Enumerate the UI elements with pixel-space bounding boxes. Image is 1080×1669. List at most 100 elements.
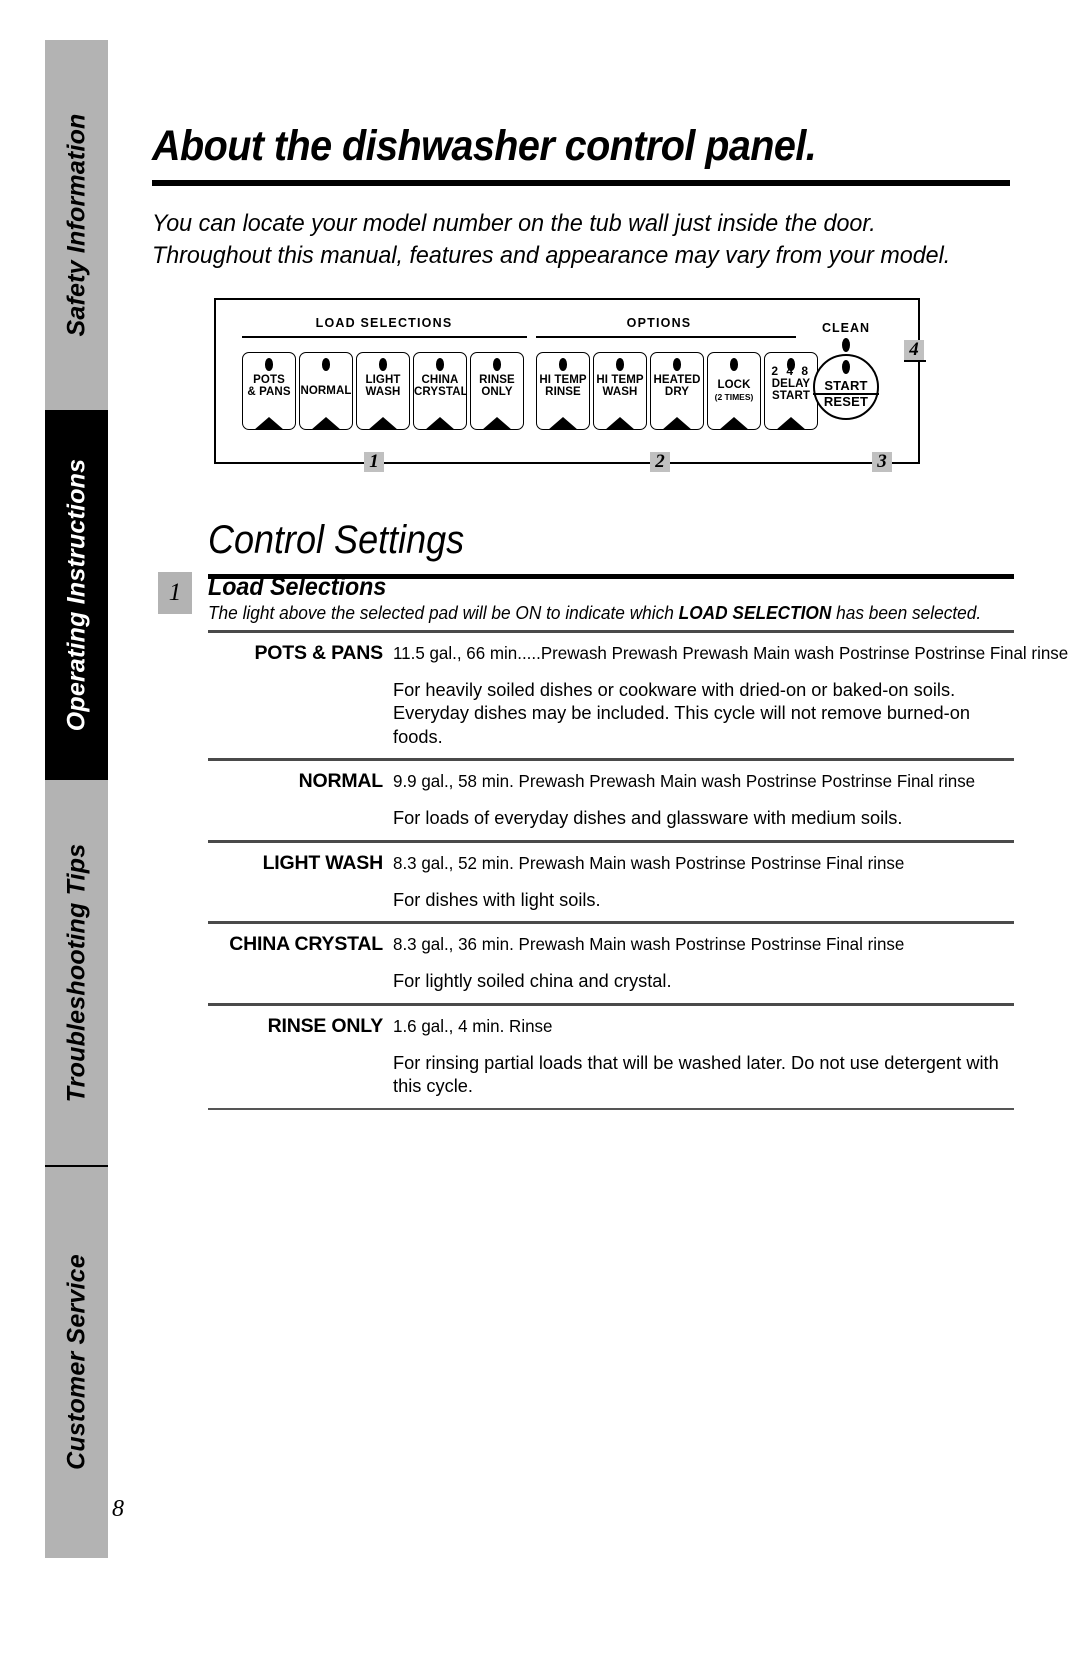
pad-label: HI TEMP RINSE: [539, 374, 587, 399]
load-selections-step-number: 1: [158, 572, 192, 614]
callout-line-1: [214, 462, 920, 464]
load-selections-heading: Load Selections: [208, 573, 387, 601]
load-selections-subtitle: The light above the selected pad will be…: [208, 603, 982, 624]
sidebar-tab-label: Safety Information: [62, 113, 90, 337]
subtitle-part-2: has been selected.: [831, 603, 982, 623]
sidebar: Safety Information Operating Instructions…: [45, 40, 108, 1558]
pad-arrow-icon: [482, 417, 512, 429]
load-selections-label: LOAD SELECTIONS: [315, 316, 453, 330]
pad-label: 2 4 8 DELAY START: [771, 364, 811, 402]
cycle-spec: 8.3 gal., 36 min. Prewash Main wash Post…: [393, 934, 905, 955]
page-title: About the dishwasher control panel.: [152, 122, 817, 170]
pad-label: LIGHT WASH: [365, 374, 401, 399]
pad-option-lock[interactable]: LOCK (2 TIMES): [707, 352, 761, 430]
start-reset-label: START RESET: [813, 378, 879, 410]
pad-option-hi-temp-rinse[interactable]: HI TEMP RINSE: [536, 352, 590, 430]
start-led: [842, 360, 850, 374]
pad-arrow-icon: [662, 417, 692, 429]
sidebar-tab-label: Customer Service: [62, 1253, 90, 1470]
pad-arrow-icon: [254, 417, 284, 429]
callout-3: 3: [872, 452, 892, 472]
pad-china[interactable]: CHINA CRYSTAL: [413, 352, 467, 430]
subtitle-bold: LOAD SELECTION: [678, 603, 832, 623]
cycle-name: RINSE ONLY: [267, 1014, 384, 1037]
cycle-description: For loads of everyday dishes and glasswa…: [393, 807, 903, 829]
intro-line-2: Throughout this manual, features and app…: [152, 241, 951, 269]
cycle-main: CHINA CRYSTAL 8.3 gal., 36 min. Prewash M…: [208, 924, 1014, 956]
pad-led-icon: [730, 358, 738, 371]
intro-paragraph: You can locate your model number on the …: [152, 208, 971, 272]
pad-label: CHINA CRYSTAL: [414, 374, 467, 399]
cycle-description: For heavily soiled dishes or cookware wi…: [393, 679, 970, 747]
sidebar-divider: [45, 1165, 108, 1167]
cycle-spec: 8.3 gal., 52 min. Prewash Main wash Post…: [393, 852, 905, 873]
cycle-spec: 11.5 gal., 66 min.....Prewash Prewash Pr…: [393, 643, 1069, 663]
cycle-name: NORMAL: [298, 770, 384, 793]
subtitle-part-1: The light above the selected pad will be…: [208, 603, 679, 623]
cycle-description: For lightly soiled china and crystal.: [393, 970, 672, 992]
sidebar-tab-customer-service[interactable]: Customer Service: [45, 1165, 108, 1558]
cycle-row: RINSE ONLY 1.6 gal., 4 min. Rinse For rins…: [208, 1006, 1014, 1108]
pad-led-icon: [673, 358, 681, 371]
cycle-row: LIGHT WASH 8.3 gal., 52 min. Prewash Main…: [208, 843, 1014, 921]
sidebar-tab-troubleshooting-tips[interactable]: Troubleshooting Tips: [45, 780, 108, 1165]
clean-led: [842, 338, 850, 352]
cycle-main: RINSE ONLY 1.6 gal., 4 min. Rinse: [208, 1006, 1014, 1038]
reset-label: RESET: [823, 394, 869, 410]
pad-led-icon: [616, 358, 624, 371]
cycle-main: NORMAL 9.9 gal., 58 min. Prewash Prewash …: [208, 761, 1014, 793]
pad-label: POTS & PANS: [247, 374, 291, 399]
main-content: About the dishwasher control panel. You …: [152, 0, 1068, 1669]
clean-indicator-label: CLEAN: [822, 321, 871, 335]
callout-2: 2: [650, 452, 670, 472]
options-label: OPTIONS: [626, 316, 692, 330]
pad-light[interactable]: LIGHT WASH: [356, 352, 410, 430]
cycle-row: NORMAL 9.9 gal., 58 min. Prewash Prewash …: [208, 761, 1014, 839]
cycle-description: For rinsing partial loads that will be w…: [393, 1051, 999, 1097]
pad-arrow-icon: [605, 417, 635, 429]
cycle-row: CHINA CRYSTAL 8.3 gal., 36 min. Prewash M…: [208, 924, 1014, 1002]
cycle-row: POTS & PANS 11.5 gal., 66 min.....Prewash…: [208, 633, 1068, 758]
cycle-description: For dishes with light soils.: [393, 888, 601, 910]
intro-line-1: You can locate your model number on the …: [152, 210, 876, 237]
pad-arrow-icon: [548, 417, 578, 429]
pad-led-icon: [493, 358, 501, 371]
control-settings-heading: Control Settings: [208, 518, 465, 562]
sidebar-tab-safety-information[interactable]: Safety Information: [45, 40, 108, 410]
pad-led-icon: [379, 358, 387, 371]
cycle-name: CHINA CRYSTAL: [229, 933, 383, 956]
pad-arrow-icon: [776, 417, 806, 429]
pad-label: HEATED DRY: [653, 374, 701, 399]
callout-4: 4: [904, 340, 924, 360]
cycle-main: LIGHT WASH 8.3 gal., 52 min. Prewash Main…: [208, 843, 1014, 875]
cycle-name: POTS & PANS: [254, 642, 383, 664]
control-panel-diagram: LOAD SELECTIONS OPTIONS POTS & PANS NORMAL…: [214, 298, 926, 472]
options-rule: [536, 336, 796, 338]
pad-option-heated-dry[interactable]: HEATED DRY: [650, 352, 704, 430]
title-divider: [152, 180, 1010, 186]
cycle-spec: 1.6 gal., 4 min. Rinse: [393, 1015, 553, 1036]
pad-arrow-icon: [368, 417, 398, 429]
cycle-main: POTS & PANS 11.5 gal., 66 min.....Prewash…: [208, 633, 1068, 665]
pad-label: NORMAL: [300, 385, 352, 397]
pad-led-icon: [559, 358, 567, 371]
start-label: START: [813, 378, 879, 396]
pad-label: LOCK (2 TIMES): [714, 379, 754, 403]
pad-pots[interactable]: POTS & PANS: [242, 352, 296, 430]
cycle-spec: 9.9 gal., 58 min. Prewash Prewash Main w…: [393, 771, 976, 792]
pad-led-icon: [436, 358, 444, 371]
pad-arrow-icon: [719, 417, 749, 429]
pad-normal[interactable]: NORMAL: [299, 352, 353, 430]
sidebar-tab-label: Operating Instructions: [62, 458, 90, 732]
pad-rinse[interactable]: RINSE ONLY: [470, 352, 524, 430]
sidebar-tab-label: Troubleshooting Tips: [62, 843, 90, 1102]
pad-led-icon: [322, 358, 330, 371]
pad-option-delay-start[interactable]: 2 4 8 DELAY START: [764, 352, 818, 430]
pad-arrow-icon: [425, 417, 455, 429]
sidebar-tab-operating-instructions[interactable]: Operating Instructions: [45, 410, 108, 780]
callout-line-4: [904, 360, 926, 362]
pad-label: RINSE ONLY: [479, 374, 515, 399]
pad-label: HI TEMP WASH: [596, 374, 644, 399]
pad-option-hi-temp-wash[interactable]: HI TEMP WASH: [593, 352, 647, 430]
callout-1: 1: [364, 452, 384, 472]
